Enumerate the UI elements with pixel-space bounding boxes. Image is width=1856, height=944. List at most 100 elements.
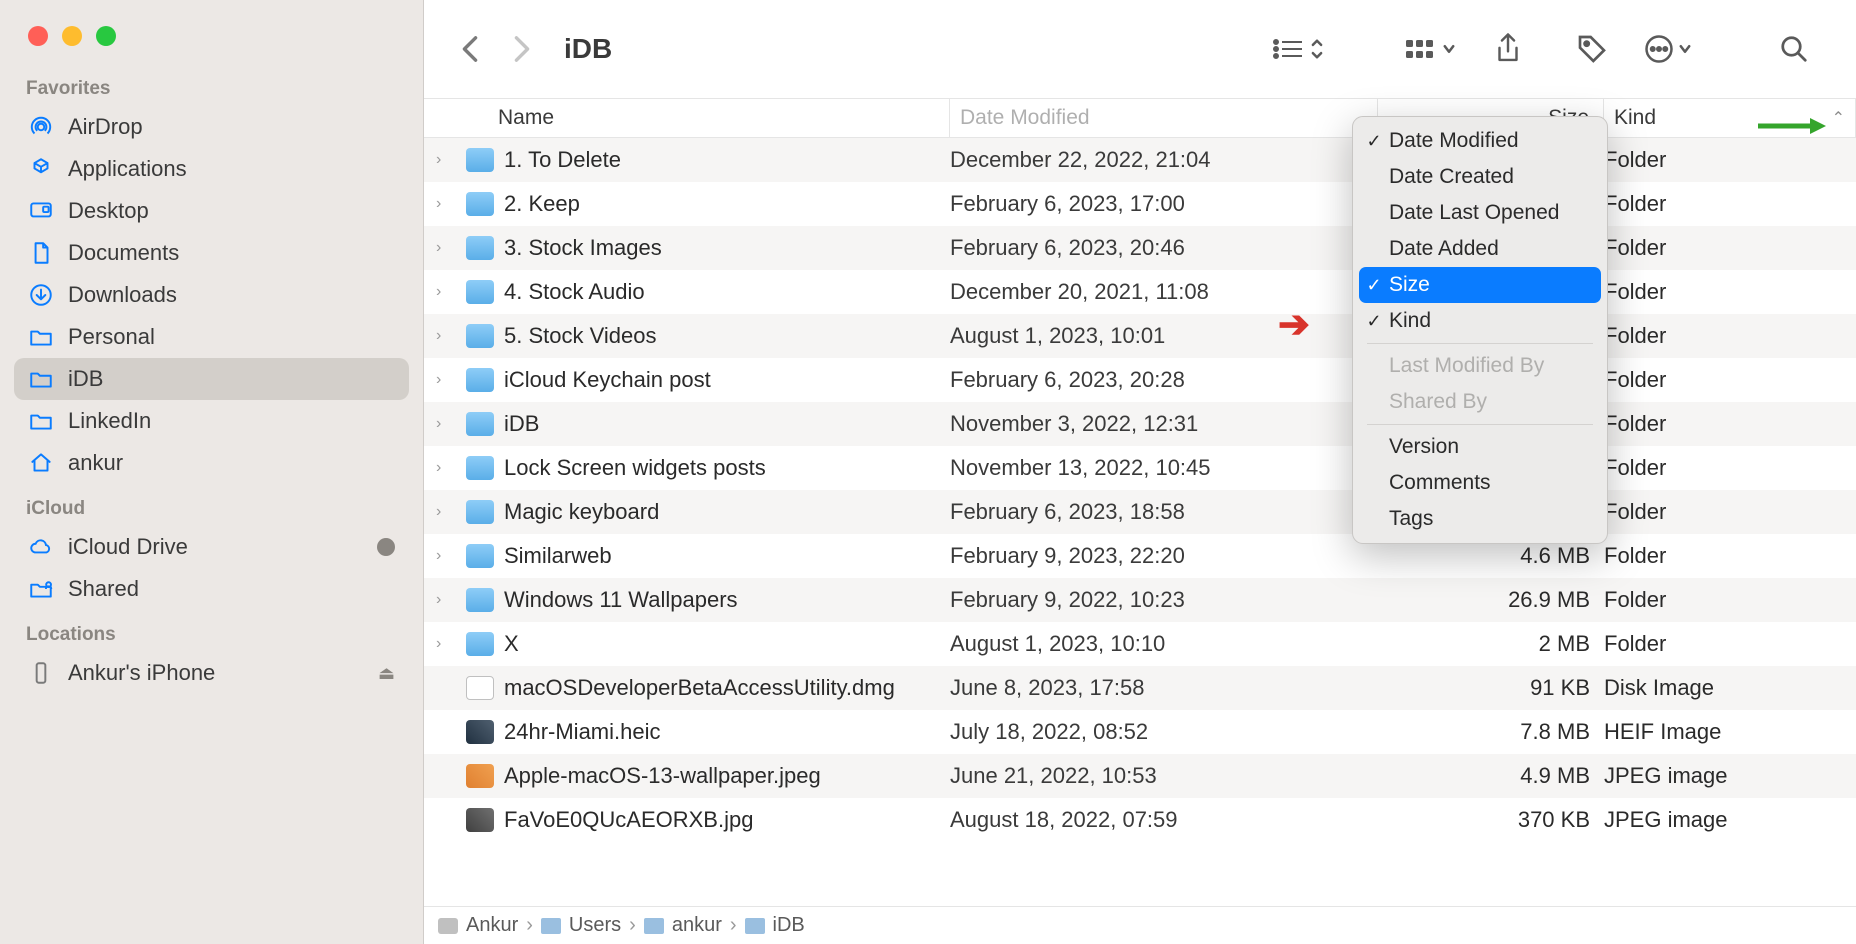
file-date: February 6, 2023, 20:28	[950, 367, 1378, 393]
file-row[interactable]: 24hr-Miami.heicJuly 18, 2022, 08:527.8 M…	[424, 710, 1856, 754]
file-kind: Folder	[1604, 631, 1856, 657]
disclosure-triangle-icon[interactable]: ›	[436, 239, 456, 257]
menu-separator	[1367, 343, 1593, 344]
menu-item-version[interactable]: Version	[1359, 429, 1601, 465]
home-icon	[28, 450, 54, 476]
menu-item-label: Date Last Opened	[1389, 201, 1559, 225]
share-button[interactable]	[1486, 27, 1530, 71]
menu-item-size[interactable]: ✓Size	[1359, 267, 1601, 303]
sidebar-item-label: Documents	[68, 240, 179, 266]
menu-item-date-modified[interactable]: ✓Date Modified	[1359, 123, 1601, 159]
sidebar-item-applications[interactable]: Applications	[14, 148, 409, 190]
toolbar: iDB	[424, 0, 1856, 98]
eject-icon[interactable]: ⏏	[378, 663, 395, 684]
file-row[interactable]: ›Windows 11 WallpapersFebruary 9, 2022, …	[424, 578, 1856, 622]
sidebar-item-personal[interactable]: Personal	[14, 316, 409, 358]
column-header-name[interactable]: Name	[424, 99, 950, 137]
menu-item-label: Comments	[1389, 471, 1491, 495]
file-icon	[466, 676, 494, 700]
path-label: Ankur	[466, 914, 518, 937]
file-date: June 8, 2023, 17:58	[950, 675, 1378, 701]
sidebar-item-downloads[interactable]: Downloads	[14, 274, 409, 316]
disclosure-triangle-icon[interactable]: ›	[436, 547, 456, 565]
path-separator-icon: ›	[629, 914, 636, 937]
file-size: 4.9 MB	[1378, 763, 1604, 789]
folder-icon	[466, 456, 494, 480]
sidebar-item-icloud-drive[interactable]: iCloud Drive	[14, 526, 409, 568]
sidebar: FavoritesAirDropApplicationsDesktopDocum…	[0, 0, 424, 944]
file-row[interactable]: › iCloud Keychain post February 6, 2023, 2…	[424, 358, 1856, 402]
folder-icon	[466, 500, 494, 524]
sidebar-item-shared[interactable]: Shared	[14, 568, 409, 610]
file-row[interactable]: macOSDeveloperBetaAccessUtility.dmgJune …	[424, 666, 1856, 710]
tags-button[interactable]	[1570, 27, 1614, 71]
file-name: Magic keyboard	[504, 499, 659, 525]
nav-forward-button[interactable]	[506, 33, 538, 65]
file-row[interactable]: ›Magic keyboardFebruary 6, 2023, 18:585.…	[424, 490, 1856, 534]
view-mode-switcher[interactable]	[1272, 35, 1324, 63]
group-by-button[interactable]	[1404, 36, 1456, 62]
disclosure-triangle-icon[interactable]: ›	[436, 371, 456, 389]
menu-item-date-last-opened[interactable]: Date Last Opened	[1359, 195, 1601, 231]
file-row[interactable]: ›2. KeepFebruary 6, 2023, 17:00128 MBFol…	[424, 182, 1856, 226]
file-list[interactable]: ›1. To DeleteDecember 22, 2022, 21:049.9…	[424, 138, 1856, 906]
sidebar-item-label: Downloads	[68, 282, 177, 308]
menu-item-date-created[interactable]: Date Created	[1359, 159, 1601, 195]
path-segment[interactable]: iDB	[745, 914, 805, 937]
column-options-menu: ✓Date ModifiedDate Created Date Last Open…	[1352, 116, 1608, 544]
folder-icon	[466, 588, 494, 612]
menu-item-shared-by: Shared By	[1359, 384, 1601, 420]
nav-back-button[interactable]	[454, 33, 486, 65]
column-header-date-modified[interactable]: Date Modified	[950, 99, 1378, 137]
sidebar-item-ankur-s-iphone[interactable]: Ankur's iPhone⏏	[14, 652, 409, 694]
file-row[interactable]: ›5. Stock VideosAugust 1, 2023, 10:01572…	[424, 314, 1856, 358]
sidebar-item-linkedin[interactable]: LinkedIn	[14, 400, 409, 442]
path-segment[interactable]: Ankur	[438, 914, 518, 937]
disclosure-triangle-icon[interactable]: ›	[436, 283, 456, 301]
file-row[interactable]: ›1. To DeleteDecember 22, 2022, 21:049.9…	[424, 138, 1856, 182]
file-row[interactable]: ›3. Stock ImagesFebruary 6, 2023, 20:461…	[424, 226, 1856, 270]
menu-item-comments[interactable]: Comments	[1359, 465, 1601, 501]
fullscreen-window-button[interactable]	[96, 26, 116, 46]
file-kind: Folder	[1604, 455, 1856, 481]
file-row[interactable]: FaVoE0QUcAEORXB.jpgAugust 18, 2022, 07:5…	[424, 798, 1856, 842]
disclosure-triangle-icon[interactable]: ›	[436, 503, 456, 521]
sidebar-item-desktop[interactable]: Desktop	[14, 190, 409, 232]
sidebar-item-label: Personal	[68, 324, 155, 350]
sidebar-item-label: LinkedIn	[68, 408, 151, 434]
path-label: iDB	[773, 914, 805, 937]
file-row[interactable]: ›Lock Screen widgets postsNovember 13, 2…	[424, 446, 1856, 490]
close-window-button[interactable]	[28, 26, 48, 46]
menu-item-kind[interactable]: ✓Kind	[1359, 303, 1601, 339]
file-row[interactable]: ›4. Stock AudioDecember 20, 2021, 11:081…	[424, 270, 1856, 314]
disclosure-triangle-icon[interactable]: ›	[436, 151, 456, 169]
search-button[interactable]	[1772, 27, 1816, 71]
sidebar-item-airdrop[interactable]: AirDrop	[14, 106, 409, 148]
disclosure-triangle-icon[interactable]: ›	[436, 415, 456, 433]
file-row[interactable]: ›SimilarwebFebruary 9, 2023, 22:204.6 MB…	[424, 534, 1856, 578]
sidebar-item-documents[interactable]: Documents	[14, 232, 409, 274]
sidebar-item-idb[interactable]: iDB	[14, 358, 409, 400]
minimize-window-button[interactable]	[62, 26, 82, 46]
file-name: iCloud Keychain post	[504, 367, 711, 393]
path-segment[interactable]: Users	[541, 914, 621, 937]
disclosure-triangle-icon[interactable]: ›	[436, 459, 456, 477]
disclosure-triangle-icon[interactable]: ›	[436, 327, 456, 345]
folder-icon	[466, 632, 494, 656]
menu-item-label: Kind	[1389, 309, 1431, 333]
file-row[interactable]: ›iDBNovember 3, 2022, 12:3139.6 MBFolder	[424, 402, 1856, 446]
disclosure-triangle-icon[interactable]: ›	[436, 195, 456, 213]
disclosure-triangle-icon[interactable]: ›	[436, 635, 456, 653]
path-segment[interactable]: ankur	[644, 914, 722, 937]
actions-button[interactable]	[1644, 34, 1692, 64]
menu-item-tags[interactable]: Tags	[1359, 501, 1601, 537]
file-name: 2. Keep	[504, 191, 580, 217]
disclosure-triangle-icon[interactable]: ›	[436, 591, 456, 609]
sidebar-item-ankur[interactable]: ankur	[14, 442, 409, 484]
path-bar: Ankur›Users›ankur›iDB	[424, 906, 1856, 944]
file-date: February 6, 2023, 18:58	[950, 499, 1378, 525]
folder-icon	[466, 236, 494, 260]
menu-item-date-added[interactable]: Date Added	[1359, 231, 1601, 267]
file-row[interactable]: Apple-macOS-13-wallpaper.jpegJune 21, 20…	[424, 754, 1856, 798]
file-row[interactable]: ›XAugust 1, 2023, 10:102 MBFolder	[424, 622, 1856, 666]
